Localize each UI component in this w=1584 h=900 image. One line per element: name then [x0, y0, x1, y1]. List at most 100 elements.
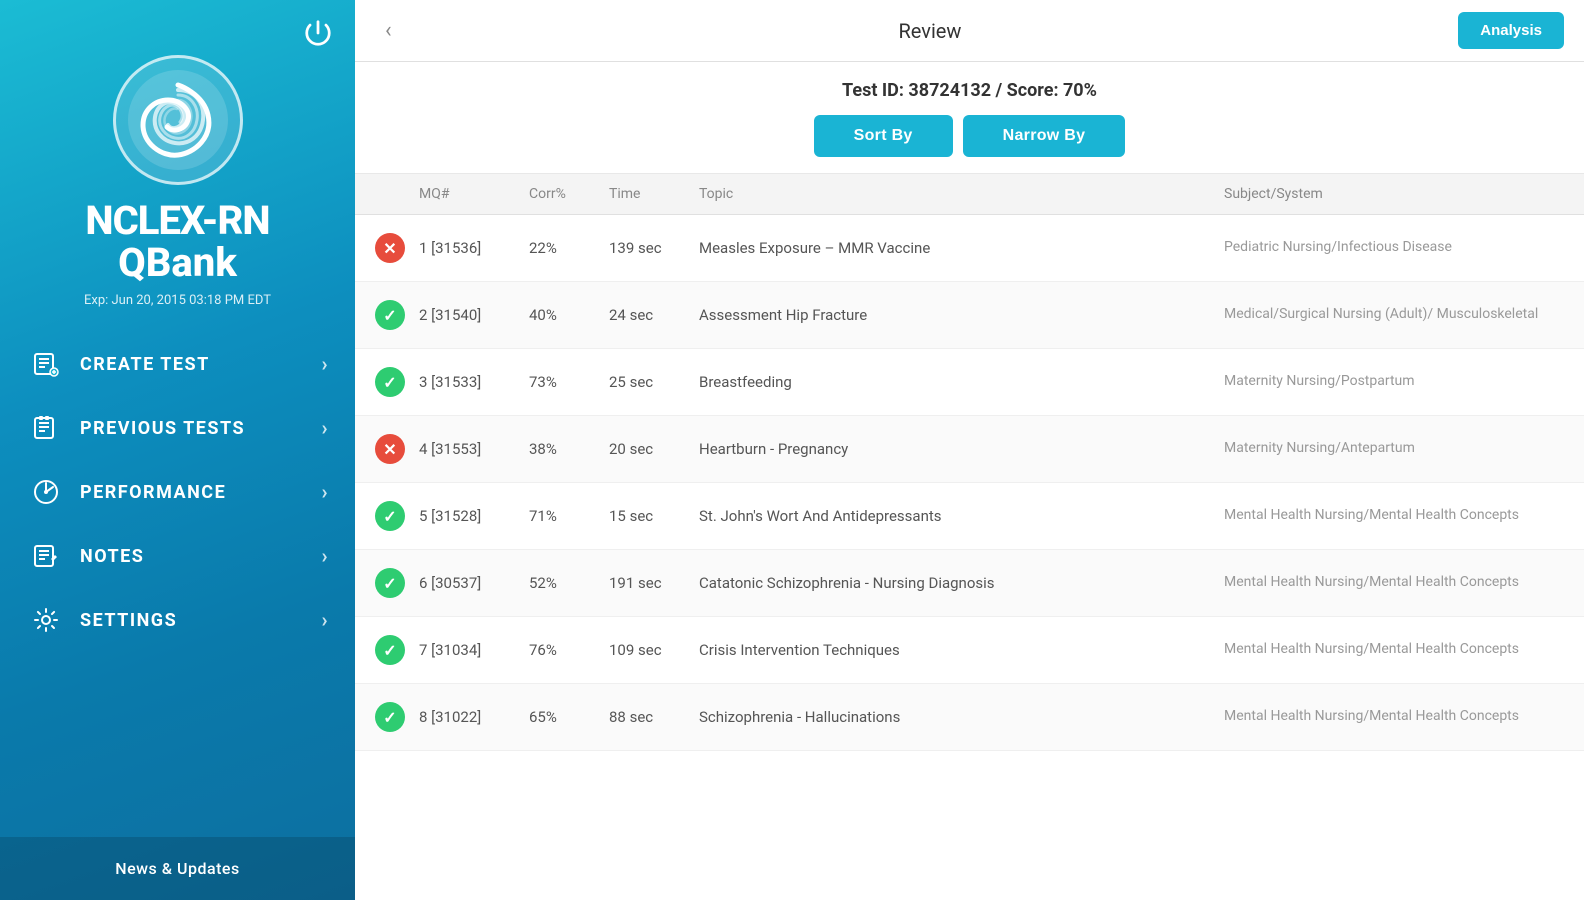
row-topic: Assessment Hip Fracture: [699, 306, 1224, 324]
row-status: ✓: [375, 702, 419, 732]
performance-icon: [30, 476, 62, 508]
table-row[interactable]: ✓ 8 [31022] 65% 88 sec Schizophrenia - H…: [355, 684, 1584, 751]
news-label: News & Updates: [115, 859, 239, 878]
row-subject: Pediatric Nursing/Infectious Disease: [1224, 238, 1564, 258]
table-row[interactable]: ✓ 3 [31533] 73% 25 sec Breastfeeding Mat…: [355, 349, 1584, 416]
status-icon-correct: ✓: [375, 635, 405, 665]
row-corr: 76%: [529, 641, 609, 659]
row-subject: Maternity Nursing/Postpartum: [1224, 372, 1564, 392]
table-row[interactable]: ✓ 7 [31034] 76% 109 sec Crisis Intervent…: [355, 617, 1584, 684]
row-mq: 5 [31528]: [419, 507, 529, 525]
create-test-label: CREATE TEST: [80, 354, 210, 375]
performance-label: PERFORMANCE: [80, 482, 226, 503]
sidebar-item-performance[interactable]: PERFORMANCE ›: [10, 460, 345, 524]
previous-tests-chevron: ›: [321, 416, 329, 440]
sort-by-button[interactable]: Sort By: [814, 115, 953, 157]
row-status: ✓: [375, 501, 419, 531]
expiry-text: Exp: Jun 20, 2015 03:18 PM EDT: [84, 293, 271, 308]
performance-chevron: ›: [321, 480, 329, 504]
previous-tests-label: PREVIOUS TESTS: [80, 418, 245, 439]
row-mq: 6 [30537]: [419, 574, 529, 592]
row-time: 139 sec: [609, 239, 699, 257]
row-time: 15 sec: [609, 507, 699, 525]
row-topic: Measles Exposure – MMR Vaccine: [699, 239, 1224, 257]
narrow-by-button[interactable]: Narrow By: [963, 115, 1126, 157]
col-mq-header: MQ#: [419, 186, 529, 202]
row-subject: Mental Health Nursing/Mental Health Conc…: [1224, 573, 1564, 593]
row-topic: Crisis Intervention Techniques: [699, 641, 1224, 659]
row-corr: 22%: [529, 239, 609, 257]
test-info: Test ID: 38724132 / Score: 70%: [842, 80, 1097, 101]
notes-chevron: ›: [321, 544, 329, 568]
row-subject: Mental Health Nursing/Mental Health Conc…: [1224, 640, 1564, 660]
analysis-button[interactable]: Analysis: [1458, 12, 1564, 49]
col-time-header: Time: [609, 186, 699, 202]
row-time: 88 sec: [609, 708, 699, 726]
row-time: 191 sec: [609, 574, 699, 592]
toolbar: Test ID: 38724132 / Score: 70% Sort By N…: [355, 62, 1584, 174]
table-row[interactable]: ✓ 5 [31528] 71% 15 sec St. John's Wort A…: [355, 483, 1584, 550]
sidebar-item-previous-tests[interactable]: PREVIOUS TESTS ›: [10, 396, 345, 460]
row-topic: Catatonic Schizophrenia - Nursing Diagno…: [699, 574, 1224, 592]
sidebar-item-create-test[interactable]: CREATE TEST ›: [10, 332, 345, 396]
row-corr: 71%: [529, 507, 609, 525]
status-icon-correct: ✓: [375, 300, 405, 330]
power-button[interactable]: [303, 18, 333, 48]
create-test-icon: [30, 348, 62, 380]
page-title: Review: [402, 19, 1459, 43]
main-header: ‹ Review Analysis: [355, 0, 1584, 62]
sidebar-item-notes[interactable]: NOTES ›: [10, 524, 345, 588]
row-mq: 2 [31540]: [419, 306, 529, 324]
sidebar-item-settings[interactable]: SETTINGS ›: [10, 588, 345, 652]
row-corr: 65%: [529, 708, 609, 726]
row-time: 109 sec: [609, 641, 699, 659]
row-corr: 73%: [529, 373, 609, 391]
notes-label: NOTES: [80, 546, 144, 567]
table-row[interactable]: ✕ 4 [31553] 38% 20 sec Heartburn - Pregn…: [355, 416, 1584, 483]
row-subject: Maternity Nursing/Antepartum: [1224, 439, 1564, 459]
row-status: ✕: [375, 434, 419, 464]
table-row[interactable]: ✓ 6 [30537] 52% 191 sec Catatonic Schizo…: [355, 550, 1584, 617]
row-corr: 52%: [529, 574, 609, 592]
row-status: ✓: [375, 568, 419, 598]
row-mq: 7 [31034]: [419, 641, 529, 659]
row-subject: Mental Health Nursing/Mental Health Conc…: [1224, 506, 1564, 526]
row-corr: 40%: [529, 306, 609, 324]
back-button[interactable]: ‹: [375, 14, 402, 47]
row-mq: 3 [31533]: [419, 373, 529, 391]
table-row[interactable]: ✓ 2 [31540] 40% 24 sec Assessment Hip Fr…: [355, 282, 1584, 349]
news-updates-bar[interactable]: News & Updates: [0, 837, 355, 900]
main-content: ‹ Review Analysis Test ID: 38724132 / Sc…: [355, 0, 1584, 900]
table-row[interactable]: ✕ 1 [31536] 22% 139 sec Measles Exposure…: [355, 215, 1584, 282]
nav-menu: CREATE TEST › PREVIOUS TESTS ›: [0, 332, 355, 837]
create-test-chevron: ›: [321, 352, 329, 376]
row-mq: 8 [31022]: [419, 708, 529, 726]
row-time: 20 sec: [609, 440, 699, 458]
status-icon-incorrect: ✕: [375, 233, 405, 263]
sidebar: NCLEX-RN QBank Exp: Jun 20, 2015 03:18 P…: [0, 0, 355, 900]
row-status: ✓: [375, 367, 419, 397]
row-status: ✓: [375, 635, 419, 665]
table-header: MQ# Corr% Time Topic Subject/System: [355, 174, 1584, 215]
row-topic: Schizophrenia - Hallucinations: [699, 708, 1224, 726]
settings-icon: [30, 604, 62, 636]
row-topic: Heartburn - Pregnancy: [699, 440, 1224, 458]
table-body: ✕ 1 [31536] 22% 139 sec Measles Exposure…: [355, 215, 1584, 900]
status-icon-correct: ✓: [375, 367, 405, 397]
row-status: ✓: [375, 300, 419, 330]
app-logo: [113, 55, 243, 185]
row-time: 24 sec: [609, 306, 699, 324]
row-topic: St. John's Wort And Antidepressants: [699, 507, 1224, 525]
app-title: NCLEX-RN: [85, 201, 269, 241]
settings-label: SETTINGS: [80, 610, 177, 631]
settings-chevron: ›: [321, 608, 329, 632]
col-corr-header: Corr%: [529, 186, 609, 202]
row-mq: 1 [31536]: [419, 239, 529, 257]
col-topic-header: Topic: [699, 186, 1224, 202]
row-subject: Medical/Surgical Nursing (Adult)/ Muscul…: [1224, 305, 1564, 325]
row-mq: 4 [31553]: [419, 440, 529, 458]
app-subtitle: QBank: [118, 241, 237, 285]
col-subject-header: Subject/System: [1224, 186, 1564, 202]
row-topic: Breastfeeding: [699, 373, 1224, 391]
row-corr: 38%: [529, 440, 609, 458]
